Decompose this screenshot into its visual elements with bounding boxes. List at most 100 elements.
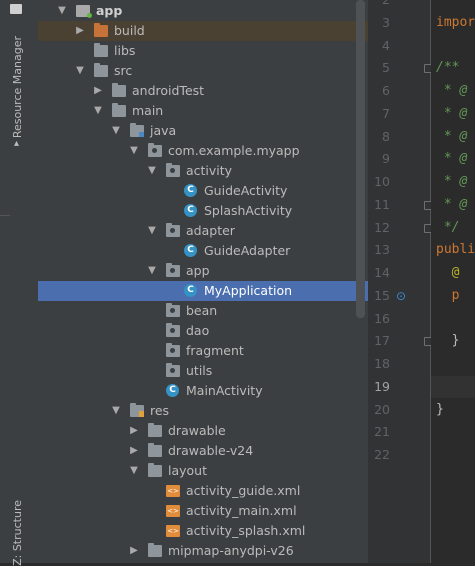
code-line: * @ [436, 174, 468, 189]
tree-item-guideactivity[interactable]: C GuideActivity [38, 181, 368, 201]
tree-item-src[interactable]: ▼ src [38, 61, 368, 81]
tree-item-label: GuideAdapter [204, 243, 291, 258]
folder-icon [94, 43, 108, 57]
collapse-arrow-icon[interactable]: ▼ [147, 221, 157, 241]
structure-label: Structure [11, 500, 24, 552]
tree-item-activity-guide-xml[interactable]: <> activity_guide.xml [38, 481, 368, 501]
line-number: 11 [374, 196, 390, 212]
class-icon: C [184, 244, 197, 257]
tree-item-java[interactable]: ▼ java [38, 121, 368, 141]
code-editor[interactable]: impor /** * @ * @ * @ * @ * @ * @ */ publi… [431, 0, 475, 563]
tree-item-activity[interactable]: ▼ activity [38, 161, 368, 181]
package-icon [166, 343, 180, 357]
tool-window-strip: Resource Manager ▴ Z: Structure [0, 0, 39, 566]
code-line: @ [436, 265, 460, 280]
collapse-arrow-icon[interactable]: ▼ [75, 61, 85, 81]
collapse-arrow-icon[interactable]: ▼ [111, 121, 121, 141]
expand-arrow-icon[interactable]: ▶ [129, 541, 139, 561]
resource-manager-label: Resource Manager [11, 36, 24, 139]
package-icon [166, 223, 180, 237]
folder-icon [148, 543, 162, 557]
line-number: 17 [374, 333, 390, 349]
expand-arrow-icon[interactable]: ▶ [93, 81, 103, 101]
tree-item-drawable[interactable]: ▶ drawable [38, 421, 368, 441]
tree-item-splashactivity[interactable]: C SplashActivity [38, 201, 368, 221]
tree-item-mipmap-anydpi-v26[interactable]: ▶ mipmap-anydpi-v26 [38, 541, 368, 561]
code-line: * @ [436, 83, 468, 98]
collapse-arrow-icon[interactable]: ▼ [111, 401, 121, 421]
tree-item-utils[interactable]: utils [38, 361, 368, 381]
collapse-arrow-icon[interactable]: ▼ [147, 261, 157, 281]
code-line: * @ [436, 151, 468, 167]
tree-item-label: java [150, 123, 177, 138]
tree-item-label: activity_splash.xml [186, 523, 306, 538]
tree-item-main[interactable]: ▼ main [38, 101, 368, 121]
collapse-arrow-icon[interactable]: ▼ [93, 101, 103, 121]
project-panel-icon[interactable] [10, 4, 22, 14]
expand-arrow-icon[interactable]: ▶ [75, 21, 85, 41]
line-number: 9 [382, 151, 390, 167]
package-icon [166, 363, 180, 377]
tree-item-activity-main-xml[interactable]: <> activity_main.xml [38, 501, 368, 521]
package-icon [166, 303, 180, 317]
tree-item-label: drawable [168, 423, 226, 438]
divider [0, 215, 10, 216]
line-number: 10 [374, 174, 390, 189]
line-number: 5 [382, 60, 390, 76]
tree-item-label: app [96, 3, 123, 18]
tree-item-app[interactable]: ▼ app [38, 1, 368, 21]
line-number: 14 [374, 265, 390, 280]
tree-item-label: utils [186, 363, 213, 378]
override-method-icon[interactable]: ⊙ [396, 289, 410, 303]
tree-item-label: src [114, 63, 133, 78]
tree-item-dao[interactable]: dao [38, 321, 368, 341]
code-line: * @ [436, 196, 468, 212]
expand-arrow-icon[interactable]: ▶ [129, 441, 139, 461]
structure-prefix: Z: [11, 554, 24, 566]
tree-item-myapplication[interactable]: C MyApplication [38, 281, 368, 301]
current-line-highlight [431, 375, 475, 398]
code-line: publi [436, 242, 475, 258]
folder-icon [112, 103, 126, 117]
folder-icon [148, 423, 162, 437]
expand-arrow-icon[interactable]: ▶ [129, 421, 139, 441]
tree-item-mainactivity[interactable]: C MainActivity [38, 381, 368, 401]
tree-item-label: activity_main.xml [186, 503, 297, 518]
line-number: 15 [374, 287, 390, 303]
tree-item-label: dao [186, 323, 210, 338]
tree-item-libs[interactable]: libs [38, 41, 368, 61]
collapse-arrow-icon[interactable]: ▼ [147, 161, 157, 181]
resource-manager-tab[interactable]: Resource Manager [11, 36, 24, 138]
tree-item-guideadapter[interactable]: C GuideAdapter [38, 241, 368, 261]
package-icon [148, 143, 162, 157]
tree-item-adapter[interactable]: ▼ adapter [38, 221, 368, 241]
line-number: 2 [368, 0, 390, 11]
line-number: 4 [382, 37, 390, 53]
code-line: p [436, 287, 460, 303]
line-number: 13 [374, 242, 390, 258]
tree-item-label: res [150, 403, 170, 418]
xml-file-icon: <> [166, 525, 180, 537]
code-line: impor [436, 14, 475, 30]
collapse-arrow-icon[interactable]: ▼ [129, 141, 139, 161]
collapse-arrow-icon[interactable]: ▼ [57, 1, 67, 21]
line-number: 22 [374, 447, 390, 462]
collapse-arrow-icon[interactable]: ▼ [129, 461, 139, 481]
package-icon [166, 163, 180, 177]
tree-item-com-example-myapp[interactable]: ▼ com.example.myapp [38, 141, 368, 161]
tree-item-build[interactable]: ▶ build [38, 21, 368, 41]
tree-item-activity-splash-xml[interactable]: <> activity_splash.xml [38, 521, 368, 541]
tree-item-app[interactable]: ▼ app [38, 261, 368, 281]
tree-item-layout[interactable]: ▼ layout [38, 461, 368, 481]
tree-item-fragment[interactable]: fragment [38, 341, 368, 361]
tree-item-res[interactable]: ▼ res [38, 401, 368, 421]
tree-item-bean[interactable]: bean [38, 301, 368, 321]
structure-tab[interactable]: Z: Structure [11, 500, 24, 566]
tree-scrollbar[interactable] [356, 0, 365, 318]
editor-gutter: 2 3 4 5 6 7 8 9 10 11 12 13 14 15 16 17 18 19 20 21 22 ⊙ [368, 0, 433, 563]
line-number: 12 [374, 219, 390, 235]
tree-item-drawable-v24[interactable]: ▶ drawable-v24 [38, 441, 368, 461]
line-number: 21 [374, 424, 390, 440]
folder-icon [148, 463, 162, 477]
tree-item-androidtest[interactable]: ▶ androidTest [38, 81, 368, 101]
